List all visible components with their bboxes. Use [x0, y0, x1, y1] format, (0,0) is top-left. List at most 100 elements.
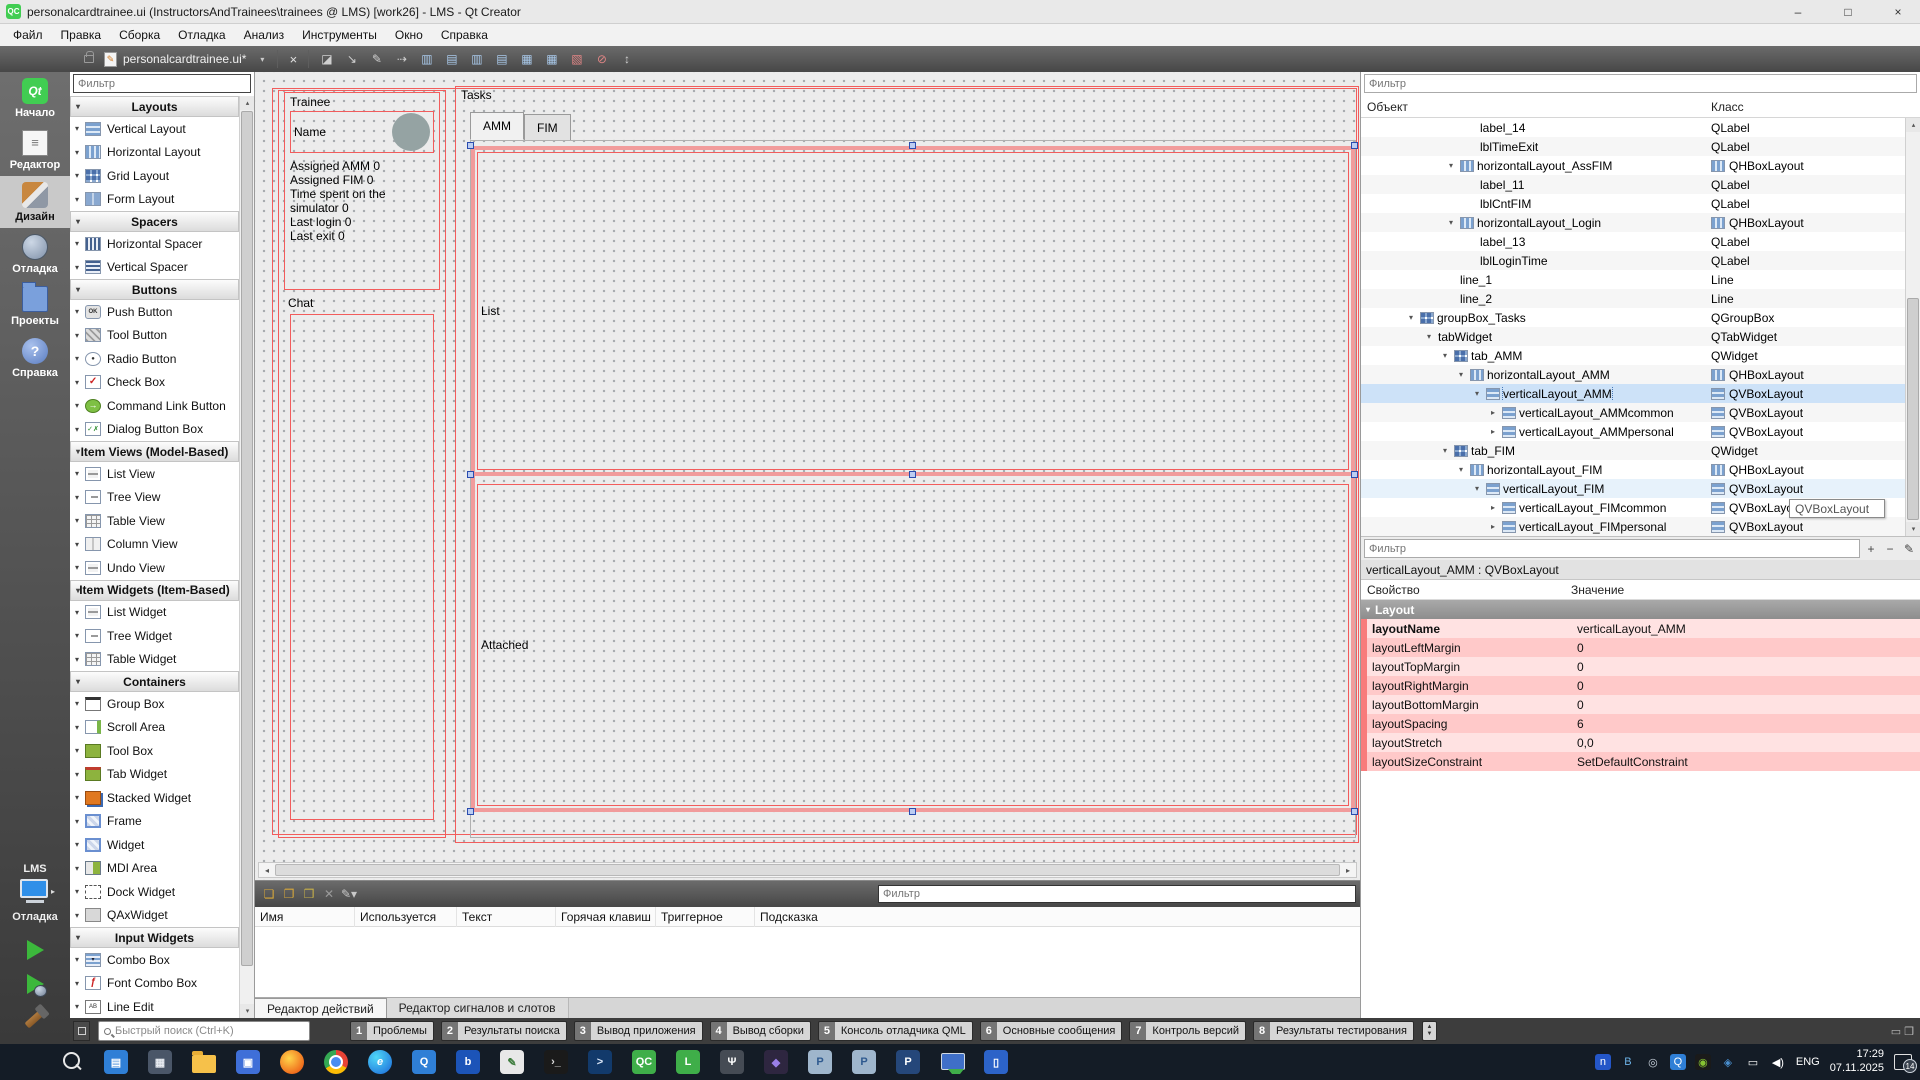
trainee-row[interactable]: Assigned AMM 0 [290, 159, 434, 173]
object-tree-row[interactable]: ▾ horizontalLayout_FIM QHBoxLayout [1361, 460, 1920, 479]
chat-box[interactable] [290, 314, 434, 820]
property-row[interactable]: layoutSpacing 6 [1361, 714, 1920, 733]
adjust-size-icon[interactable]: ↕ [615, 49, 638, 69]
edit-signals-slots-icon[interactable]: ↘ [340, 49, 363, 69]
property-row[interactable]: layoutStretch 0,0 [1361, 733, 1920, 752]
widget-box-row[interactable]: ▾ Tool Box [70, 739, 239, 763]
document-dropdown-icon[interactable]: ▾ [260, 55, 264, 64]
output-panel-button[interactable]: 1 Проблемы [350, 1021, 434, 1041]
edit-buddies-icon[interactable]: ✎ [365, 49, 388, 69]
menu-item[interactable]: Сборка [110, 24, 169, 46]
bluetooth-icon[interactable]: B [1620, 1054, 1636, 1070]
add-property-button[interactable]: + [1863, 541, 1879, 557]
widget-box-row[interactable]: ▾ Dock Widget [70, 880, 239, 904]
output-panel-button[interactable]: 3 Вывод приложения [574, 1021, 703, 1041]
selection-handle[interactable] [467, 471, 474, 478]
value-column-header[interactable]: Значение [1571, 583, 1624, 597]
column-header[interactable]: Горячая клавиш [556, 907, 656, 927]
expander-icon[interactable]: ▾ [1439, 351, 1451, 360]
column-header[interactable]: Используется [355, 907, 457, 927]
mode-button[interactable]: ≡ Редактор [0, 124, 70, 176]
widget-box-row[interactable]: ▾ ✓✗ Dialog Button Box [70, 418, 239, 442]
kit-selector[interactable]: LMS ▸ Отладка [0, 863, 70, 933]
widget-box-row[interactable]: ▾ AB Line Edit [70, 995, 239, 1018]
trainee-row[interactable]: Last exit 0 [290, 229, 434, 243]
object-tree-row[interactable]: line_2 Line [1361, 289, 1920, 308]
property-filter-input[interactable] [1364, 539, 1860, 558]
remove-property-button[interactable]: − [1882, 541, 1898, 557]
object-inspector-filter-input[interactable] [1364, 74, 1917, 93]
widget-box-row[interactable]: ▾ Item Views (Model-Based) [70, 441, 239, 462]
scrollbar-thumb[interactable] [275, 864, 1340, 876]
selection-handle[interactable] [909, 808, 916, 815]
widget-box-scrollbar[interactable]: ▴ ▾ [239, 96, 254, 1018]
form-editor-canvas[interactable]: Trainee Name Assigned AMM 0 [255, 72, 1360, 880]
property-row[interactable]: layoutLeftMargin 0 [1361, 638, 1920, 657]
bottom-tab[interactable]: Редактор действий [255, 998, 387, 1018]
fork-app-icon[interactable]: Ψ [710, 1044, 754, 1080]
object-tree-row[interactable]: lblLoginTime QLabel [1361, 251, 1920, 270]
paste-action-icon[interactable]: ❒ [299, 884, 319, 904]
selection-handle[interactable] [1351, 808, 1358, 815]
object-tree-row[interactable]: ▾ tab_FIM QWidget [1361, 441, 1920, 460]
widget-box-row[interactable]: ▾ Group Box [70, 692, 239, 716]
widget-box-row[interactable]: ▾ Vertical Spacer [70, 256, 239, 280]
expander-icon[interactable]: ▾ [1423, 332, 1435, 341]
installer-disk-icon[interactable]: ▣ [226, 1044, 270, 1080]
chrome-icon[interactable] [314, 1044, 358, 1080]
mail-app-icon[interactable]: b [446, 1044, 490, 1080]
trainee-row[interactable]: Assigned FIM 0 [290, 173, 434, 187]
object-tree-row[interactable]: label_11 QLabel [1361, 175, 1920, 194]
tab[interactable]: FIM [524, 114, 571, 140]
widget-box-row[interactable]: ▾ Containers [70, 671, 239, 692]
property-value[interactable]: 0 [1571, 660, 1920, 674]
configure-property-button[interactable]: ✎ [1901, 541, 1917, 557]
steam-icon[interactable]: ◎ [1645, 1054, 1661, 1070]
new-action-icon[interactable]: ❏ [259, 884, 279, 904]
widget-box-row[interactable]: ▾ ● Radio Button [70, 347, 239, 371]
trainee-row[interactable]: Last login 0 [290, 215, 434, 229]
object-tree-row[interactable]: ▾ tab_AMM QWidget [1361, 346, 1920, 365]
break-layout-icon[interactable]: ▧ [565, 49, 588, 69]
scroll-right-icon[interactable]: ▸ [1340, 863, 1356, 877]
scroll-down-icon[interactable]: ▾ [240, 1004, 254, 1018]
scroll-up-icon[interactable]: ▴ [1906, 118, 1920, 132]
menu-item[interactable]: Окно [386, 24, 432, 46]
widget-box-row[interactable]: ▾ Item Widgets (Item-Based) [70, 580, 239, 601]
widget-box-row[interactable]: ▾ Form Layout [70, 188, 239, 212]
powershell-icon[interactable]: > [578, 1044, 622, 1080]
menu-item[interactable]: Инструменты [293, 24, 386, 46]
object-tree-row[interactable]: ▾ verticalLayout_AMM QVBoxLayout [1361, 384, 1920, 403]
name-row[interactable]: Name [290, 111, 434, 153]
output-panel-button[interactable]: 2 Результаты поиска [441, 1021, 567, 1041]
mode-button[interactable]: Проекты [0, 280, 70, 332]
expander-icon[interactable]: ▾ [1455, 465, 1467, 474]
tab[interactable]: AMM [470, 112, 524, 140]
property-row[interactable]: layoutRightMargin 0 [1361, 676, 1920, 695]
menu-item[interactable]: Отладка [169, 24, 234, 46]
property-value[interactable]: SetDefaultConstraint [1571, 755, 1920, 769]
column-header[interactable]: Подсказка [755, 907, 1360, 927]
action-filter-input[interactable] [878, 885, 1356, 903]
mode-button[interactable]: Отладка [0, 228, 70, 280]
minimize-button[interactable]: – [1776, 0, 1820, 23]
widget-box-row[interactable]: ▾ List View [70, 462, 239, 486]
scrollbar-thumb[interactable] [241, 111, 253, 966]
horizontal-scrollbar[interactable]: ◂ ▸ [258, 862, 1357, 878]
language-indicator[interactable]: ENG [1796, 1056, 1820, 1068]
object-tree-row[interactable]: label_14 QLabel [1361, 118, 1920, 137]
run-button[interactable] [27, 940, 44, 960]
widget-box-row[interactable]: ▾ ▾ Combo Box [70, 948, 239, 972]
pgadmin-icon[interactable]: P [886, 1044, 930, 1080]
widget-box-row[interactable]: ▾ Tool Button [70, 324, 239, 348]
scroll-down-icon[interactable]: ▾ [1906, 522, 1920, 536]
statusbar-right-icons[interactable]: ▭ ❒ [1891, 1025, 1914, 1038]
bottom-tab[interactable]: Редактор сигналов и слотов [387, 998, 569, 1018]
widget-box-row[interactable]: ▾ Horizontal Layout [70, 141, 239, 165]
object-tree-row[interactable]: ▸ verticalLayout_FIMpersonal QVBoxLayout [1361, 517, 1920, 536]
search-taskbar-icon[interactable] [50, 1044, 94, 1080]
start-button-icon[interactable] [6, 1044, 50, 1080]
widget-box-row[interactable]: ▾ ƒ Font Combo Box [70, 972, 239, 996]
selection-handle[interactable] [467, 808, 474, 815]
edge-icon[interactable]: e [358, 1044, 402, 1080]
